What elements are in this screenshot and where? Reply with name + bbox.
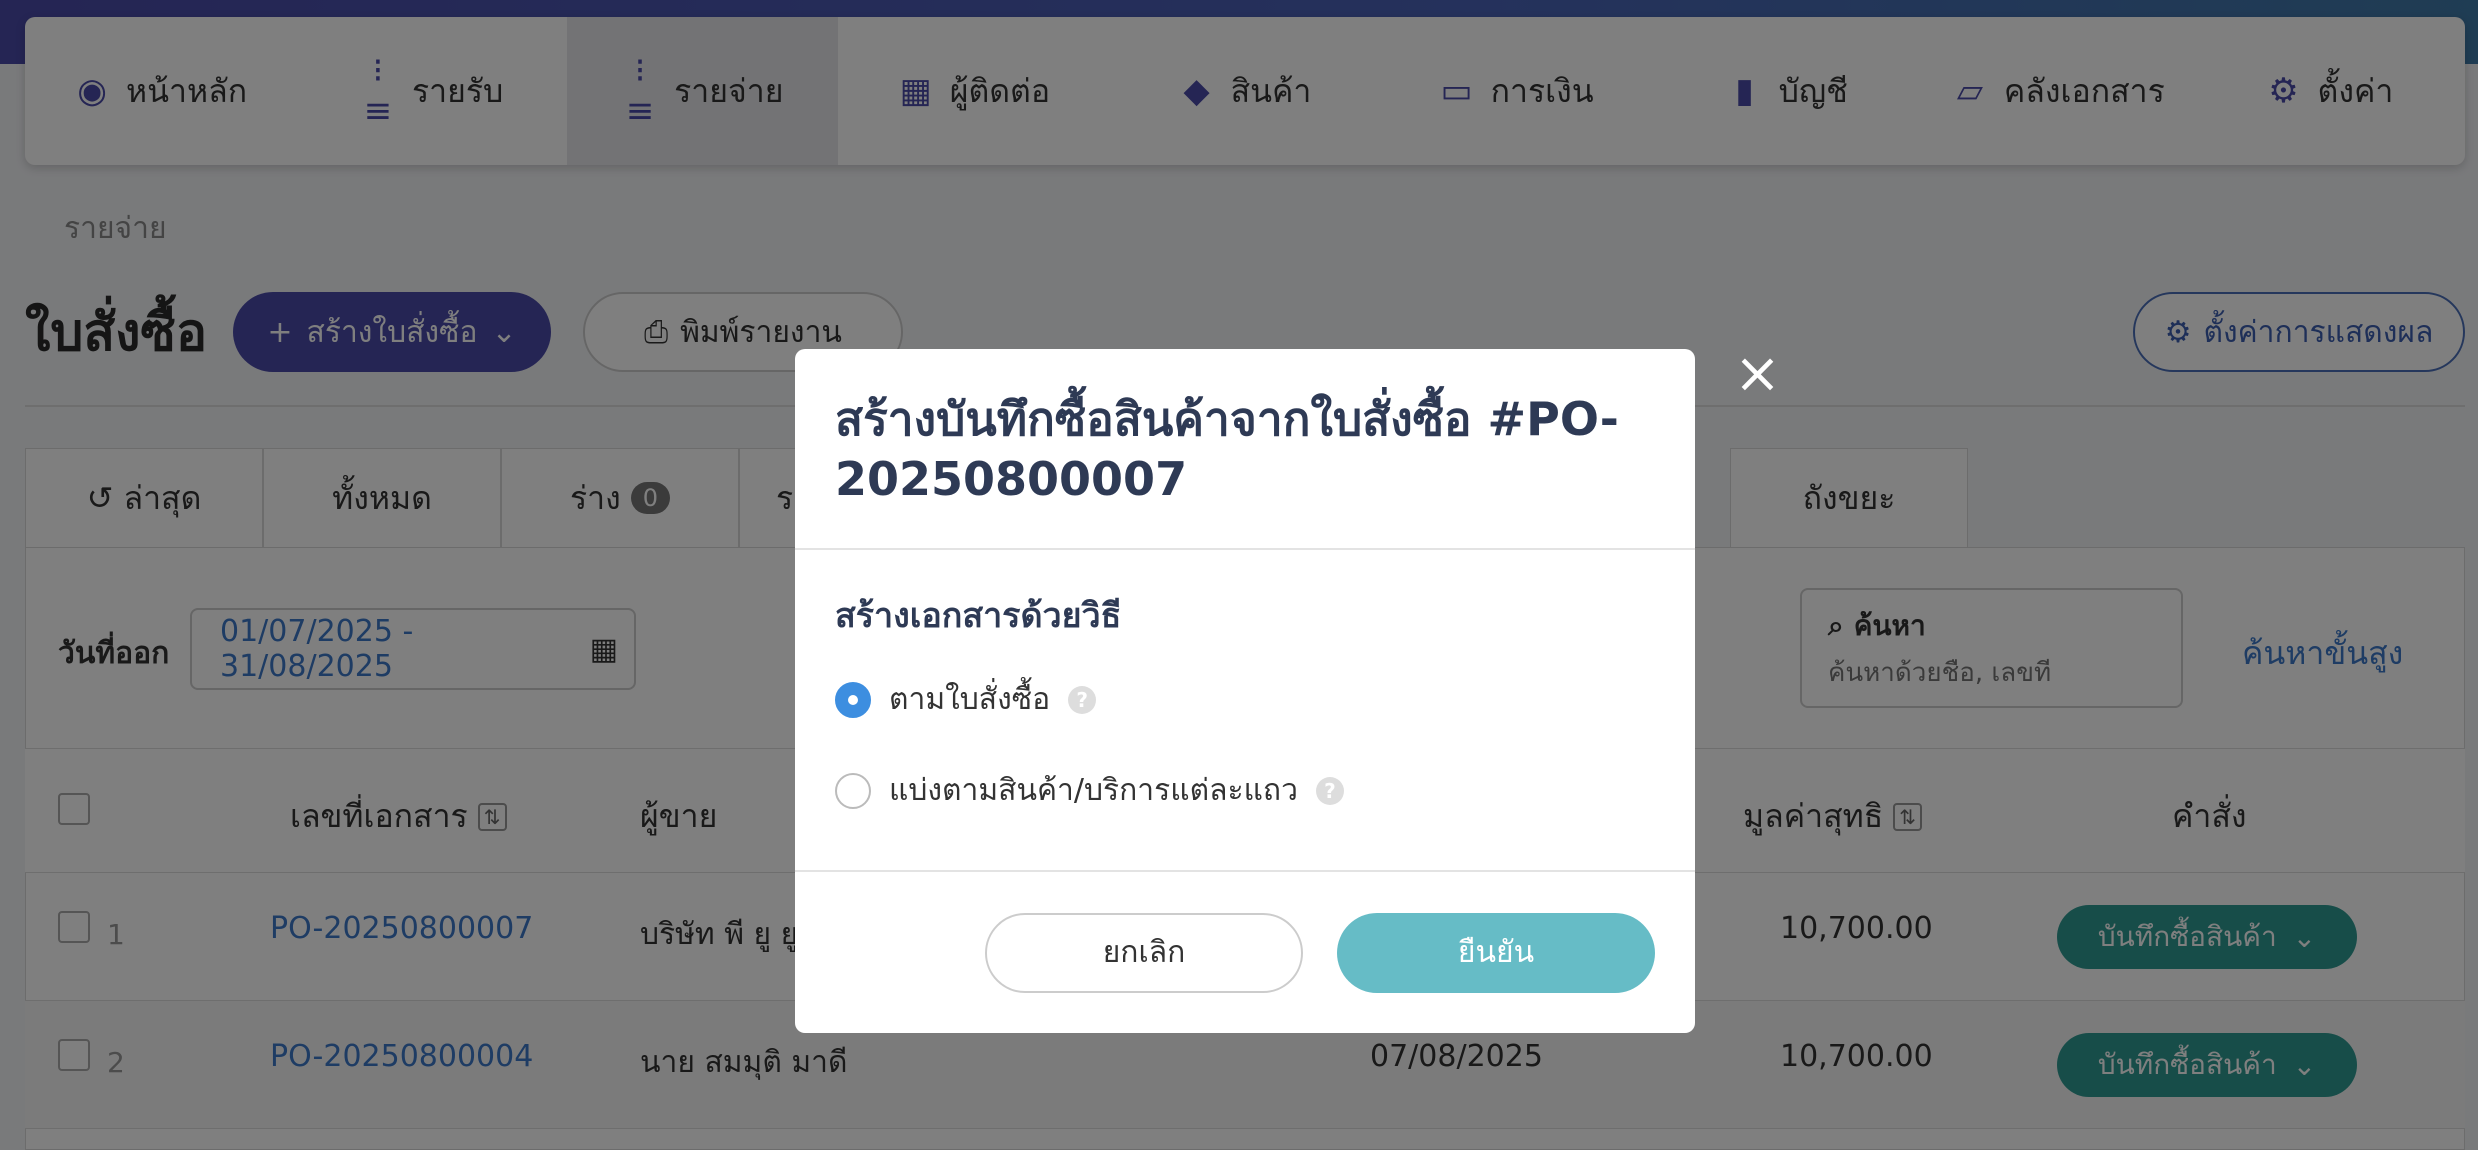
help-icon[interactable]: ? xyxy=(1315,776,1344,805)
close-icon[interactable]: × xyxy=(1734,346,1781,402)
option-split-by-line[interactable]: แบ่งตามสินค้า/บริการแต่ละแถว ? xyxy=(835,767,1655,814)
method-section-title: สร้างเอกสารด้วยวิธี xyxy=(835,596,1122,636)
radio-split-by-line[interactable] xyxy=(835,772,871,809)
cancel-button[interactable]: ยกเลิก xyxy=(985,912,1303,993)
option-label: แบ่งตามสินค้า/บริการแต่ละแถว xyxy=(889,773,1298,808)
option-by-po[interactable]: ตามใบสั่งซื้อ ? xyxy=(835,676,1655,723)
dialog-footer: ยกเลิก ยืนยัน xyxy=(795,872,1695,1033)
dialog-body: สร้างเอกสารด้วยวิธี ตามใบสั่งซื้อ ? แบ่ง… xyxy=(795,550,1695,872)
confirm-button[interactable]: ยืนยัน xyxy=(1337,912,1655,993)
create-purchase-record-dialog: สร้างบันทึกซื้อสินค้าจากใบสั่งซื้อ #PO-2… xyxy=(795,349,1695,1033)
help-icon[interactable]: ? xyxy=(1068,685,1097,714)
radio-by-po[interactable] xyxy=(835,681,871,718)
option-label: ตามใบสั่งซื้อ xyxy=(889,682,1051,717)
dialog-header: สร้างบันทึกซื้อสินค้าจากใบสั่งซื้อ #PO-2… xyxy=(795,349,1695,550)
dialog-title: สร้างบันทึกซื้อสินค้าจากใบสั่งซื้อ #PO-2… xyxy=(835,392,1619,506)
